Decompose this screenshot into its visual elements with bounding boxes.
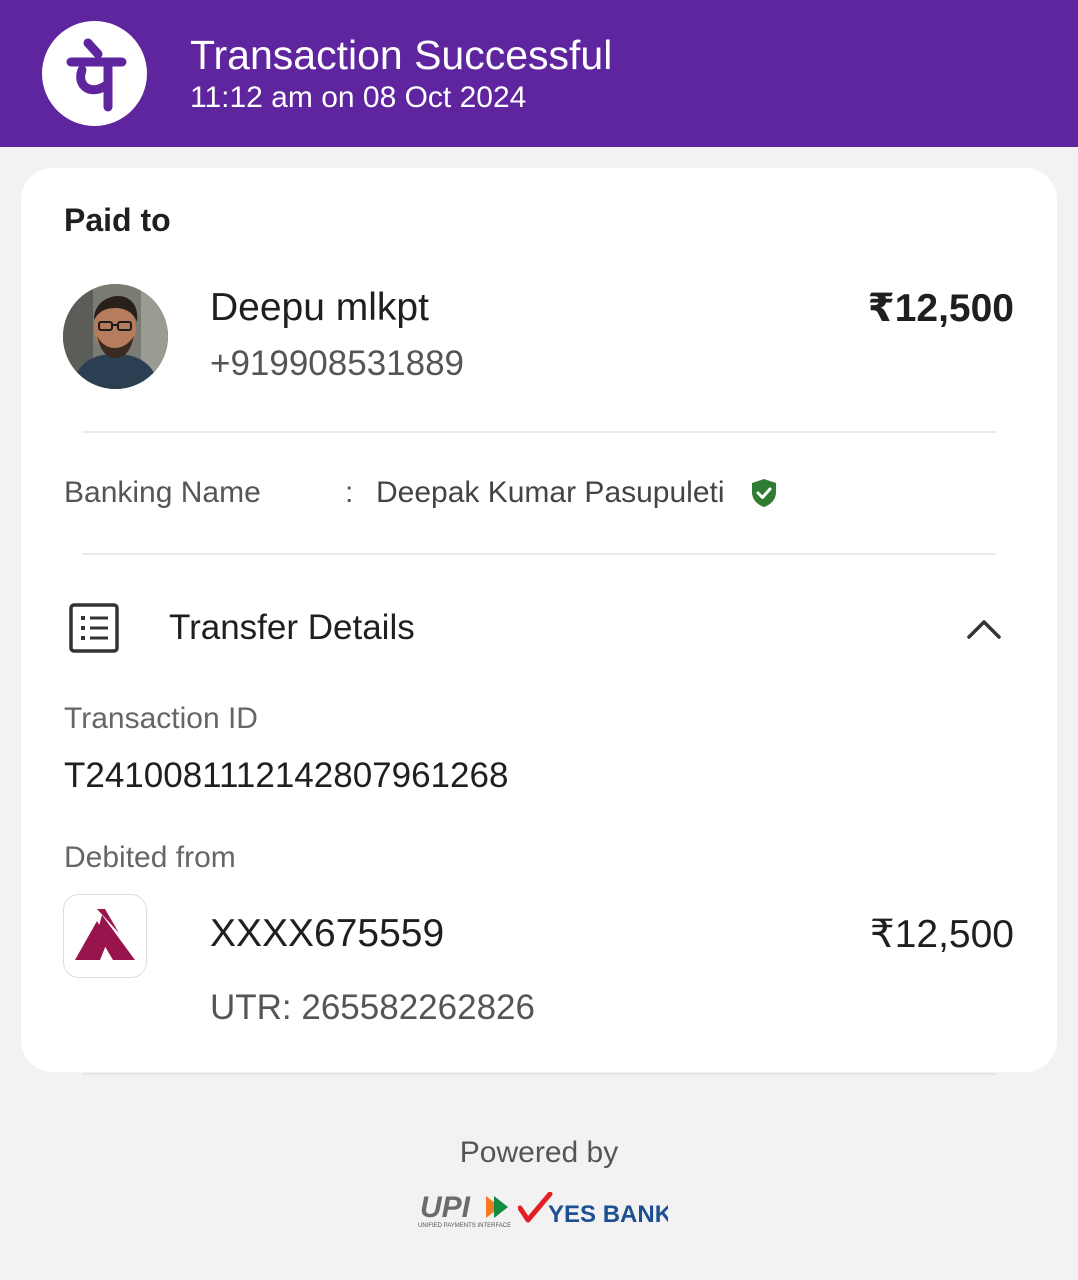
payee-avatar[interactable] bbox=[63, 284, 168, 389]
banking-name-separator: : bbox=[345, 476, 354, 509]
yes-bank-logo-text: YES BANK bbox=[548, 1201, 668, 1228]
payee-name: Deepu mlkpt bbox=[210, 286, 429, 329]
paid-to-label: Paid to bbox=[64, 202, 171, 238]
debited-from-label: Debited from bbox=[64, 841, 236, 874]
transaction-card: Paid to Deepu mlkpt +919908531889 ₹12,50… bbox=[21, 168, 1057, 1072]
upi-logo-icon: UPI UNIFIED PAYMENTS INTERFACE bbox=[418, 1190, 518, 1230]
transaction-datetime: 11:12 am on 08 Oct 2024 bbox=[190, 81, 527, 114]
verified-shield-icon bbox=[751, 478, 777, 508]
footer-divider bbox=[82, 1073, 996, 1075]
axis-bank-logo-icon bbox=[63, 894, 147, 978]
list-document-icon bbox=[69, 603, 119, 653]
banking-name-value: Deepak Kumar Pasupuleti bbox=[376, 476, 725, 509]
payee-phone: +919908531889 bbox=[210, 344, 465, 383]
debited-amount: ₹12,500 bbox=[869, 913, 1014, 956]
transaction-header: Transaction Successful 11:12 am on 08 Oc… bbox=[0, 0, 1078, 147]
transaction-id-label: Transaction ID bbox=[64, 702, 258, 735]
transaction-id-value[interactable]: T2410081112142807961268 bbox=[64, 756, 508, 796]
upi-logo-text: UPI bbox=[420, 1191, 471, 1224]
paid-amount: ₹12,500 bbox=[867, 287, 1014, 330]
powered-by-label: Powered by bbox=[459, 1136, 619, 1169]
upi-logo-tagline: UNIFIED PAYMENTS INTERFACE bbox=[418, 1223, 511, 1229]
chevron-up-icon[interactable] bbox=[965, 611, 1003, 649]
divider bbox=[82, 553, 996, 555]
yes-bank-logo-icon: YES BANK bbox=[517, 1191, 673, 1228]
utr-number[interactable]: UTR: 265582262826 bbox=[210, 988, 535, 1028]
transfer-details-title[interactable]: Transfer Details bbox=[169, 608, 415, 648]
debit-account-number: XXXX675559 bbox=[210, 912, 445, 955]
status-title: Transaction Successful bbox=[190, 32, 613, 78]
banking-name-label: Banking Name bbox=[64, 476, 261, 509]
divider bbox=[82, 431, 996, 433]
phonepe-logo-icon bbox=[42, 21, 147, 126]
